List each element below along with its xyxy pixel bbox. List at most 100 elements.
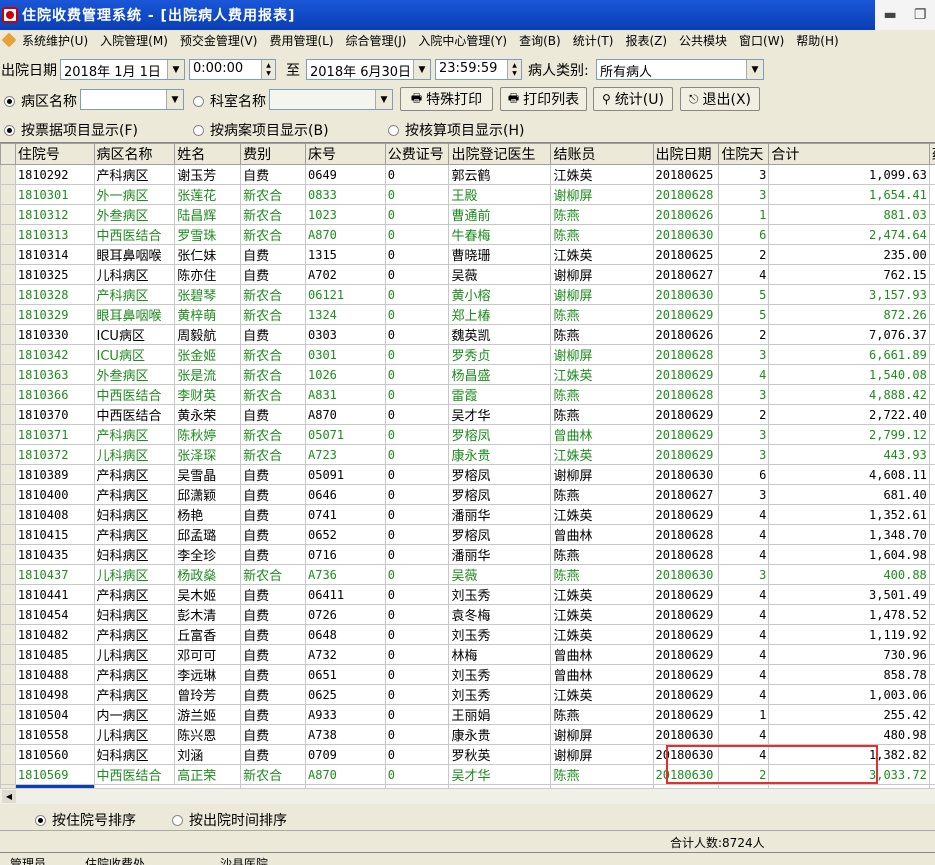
menu-deposit[interactable]: 预交金管理(V) — [174, 32, 264, 49]
table-row[interactable]: 1810488 产科病区 李远琳 自费 0651 0 刘玉秀 曾曲林 20180629 4 858.… — [0, 664, 935, 685]
exit-button[interactable]: ⎋ 退出(X) — [680, 87, 760, 111]
table-cell: 曹通前 — [448, 204, 552, 225]
table-row[interactable]: 1810328 产科病区 张碧琴 新农合 06121 0 黄小榕 谢柳屏 20180630 5 3,… — [0, 284, 935, 305]
menu-query[interactable]: 查询(B) — [513, 32, 567, 49]
table-row[interactable]: 1810498 产科病区 曾玲芳 自费 0625 0 刘玉秀 江姝英 20180629 4 1,00… — [0, 684, 935, 705]
ward-select[interactable]: ▼ — [80, 89, 184, 110]
table-row[interactable]: 1810504 内一病区 游兰姬 自费 A933 0 王丽娟 陈燕 20180629 1 255.4… — [0, 704, 935, 725]
column-header[interactable]: 结账员 — [550, 143, 654, 165]
table-cell: 1023 — [305, 204, 386, 225]
menu-system[interactable]: 系统维护(U) — [16, 32, 94, 49]
special-print-button[interactable]: 🖶 特殊打印 — [400, 87, 493, 111]
minimize-icon[interactable]: ▬ — [884, 7, 897, 23]
table-cell: 4 — [718, 624, 770, 645]
table-row[interactable]: 1810301 外一病区 张莲花 新农合 0833 0 王殿 谢柳屏 20180628 3 1,65… — [0, 184, 935, 205]
chevron-down-icon[interactable]: ▼ — [413, 60, 430, 79]
column-header[interactable]: 费别 — [240, 143, 306, 165]
chevron-down-icon[interactable]: ▼ — [167, 60, 184, 79]
table-cell: 2 — [718, 244, 770, 265]
table-cell: 1810485 — [14, 644, 95, 665]
table-row[interactable]: 1810482 产科病区 丘富香 自费 0648 0 刘玉秀 江姝英 20180629 4 1,11… — [0, 624, 935, 645]
column-header[interactable]: 药品比例 — [928, 143, 935, 165]
column-header[interactable]: 病区名称 — [93, 143, 176, 165]
sort-by-id-radio[interactable]: 按住院号排序 — [35, 810, 136, 830]
table-row[interactable]: 1810389 产科病区 吴雪晶 自费 05091 0 罗榕凤 谢柳屏 20180630 6 4,6… — [0, 464, 935, 485]
table-row[interactable]: 1810371 产科病区 陈秋婷 新农合 05071 0 罗榕凤 曾曲林 20180629 3 2,… — [0, 424, 935, 445]
table-row[interactable]: 1810372 儿科病区 张泽琛 新农合 A723 0 康永贵 江姝英 20180629 3 443… — [0, 444, 935, 465]
patient-type-select[interactable]: 所有病人 ▼ — [596, 59, 764, 80]
table-row[interactable]: 1810325 儿科病区 陈亦住 自费 A702 0 吴薇 谢柳屏 20180627 4 762.1… — [0, 264, 935, 285]
start-date-picker[interactable]: 2018年 1月 1日 ▼ — [60, 59, 185, 80]
menu-fees[interactable]: 费用管理(L) — [263, 32, 339, 49]
table-row[interactable]: 1810400 产科病区 邱潇颖 自费 0646 0 罗榕凤 陈燕 20180627 3 681.4… — [0, 484, 935, 505]
menu-window[interactable]: 窗口(W) — [733, 32, 790, 49]
start-time-field[interactable]: 0:00:00 ▲ ▼ — [189, 59, 276, 80]
table-cell: 1810400 — [14, 484, 95, 505]
table-row[interactable]: 1810292 产科病区 谢玉芳 自费 0649 0 郭云鹤 江姝英 20180625 3 1,09… — [0, 164, 935, 185]
table-cell: 1810560 — [14, 744, 95, 765]
table-cell: 3 — [718, 444, 770, 465]
ward-radio[interactable]: 病区名称 — [4, 91, 77, 111]
table-cell: 0 — [384, 264, 450, 285]
column-header[interactable]: 住院号 — [14, 143, 95, 165]
chevron-down-icon[interactable]: ▼ — [166, 90, 183, 109]
horizontal-scrollbar[interactable]: ◀ — [0, 788, 935, 804]
table-row[interactable]: 1810454 妇科病区 彭木清 自费 0726 0 袁冬梅 江姝英 20180629 4 1,47… — [0, 604, 935, 625]
table-cell: 0 — [384, 204, 450, 225]
end-date-picker[interactable]: 2018年 6月30日 ▼ — [306, 59, 431, 80]
table-row[interactable]: 1810408 妇科病区 杨艳 自费 0741 0 潘丽华 江姝英 20180629 4 1,352… — [0, 504, 935, 525]
table-row[interactable]: 1810415 产科病区 邱孟璐 自费 0652 0 罗榕凤 曾曲林 20180628 4 1,34… — [0, 524, 935, 545]
menu-statistics[interactable]: 统计(T) — [567, 32, 620, 49]
table-cell: 4.6 — [928, 764, 935, 785]
menu-reports[interactable]: 报表(Z) — [619, 32, 673, 49]
spinner-icon[interactable]: ▲ ▼ — [261, 60, 275, 79]
column-header[interactable]: 住院天 — [718, 143, 770, 165]
print-list-button[interactable]: 🖶 打印列表 — [500, 87, 587, 111]
column-header[interactable]: 公费证号 — [384, 143, 450, 165]
table-row[interactable]: 1810485 儿科病区 邓可可 自费 A732 0 林梅 曾曲林 20180629 4 730.9… — [0, 644, 935, 665]
column-header[interactable]: 出院登记医生 — [448, 143, 552, 165]
table-cell: 1,119.92 — [768, 624, 930, 645]
menu-help[interactable]: 帮助(H) — [790, 32, 844, 49]
mode-accounting-radio[interactable]: 按核算项目显示(H) — [388, 120, 524, 140]
menu-common[interactable]: 公共模块 — [673, 32, 733, 49]
column-header[interactable]: 床号 — [305, 143, 386, 165]
menu-admission-center[interactable]: 入院中心管理(Y) — [412, 32, 513, 49]
table-row[interactable]: 1810370 中西医结合 黄永荣 自费 A870 0 吴才华 陈燕 20180629 2 2,72… — [0, 404, 935, 425]
end-time-field[interactable]: 23:59:59 ▲ ▼ — [435, 59, 522, 80]
table-cell: 0 — [384, 324, 450, 345]
mode-receipt-radio[interactable]: 按票据项目显示(F) — [4, 120, 138, 140]
chevron-down-icon[interactable]: ▼ — [746, 60, 763, 79]
table-row[interactable]: 1810342 ICU病区 张金姬 新农合 0301 0 罗秀贞 谢柳屏 20180628 3 6,… — [0, 344, 935, 365]
table-row[interactable]: 1810330 ICU病区 周毅航 自费 0303 0 魏英凯 陈燕 20180626 2 7,07… — [0, 324, 935, 345]
mode-case-radio[interactable]: 按病案项目显示(B) — [193, 120, 329, 140]
table-row[interactable]: 1810435 妇科病区 李全珍 自费 0716 0 潘丽华 陈燕 20180628 4 1,604… — [0, 544, 935, 565]
table-cell: 1810408 — [14, 504, 95, 525]
restore-icon[interactable]: ❐ — [914, 7, 927, 23]
table-row[interactable]: 1810441 产科病区 吴木姬 自费 06411 0 刘玉秀 江姝英 20180629 4 3,5… — [0, 584, 935, 605]
sort-by-time-radio[interactable]: 按出院时间排序 — [172, 810, 287, 830]
table-row[interactable]: 1810366 中西医结合 李财英 新农合 A831 0 雷霞 陈燕 20180628 3 4,88… — [0, 384, 935, 405]
table-cell: 产科病区 — [93, 284, 176, 305]
table-cell: 1810301 — [14, 184, 95, 205]
table-row[interactable]: 1810313 中西医结合 罗雪珠 新农合 A870 0 牛春梅 陈燕 20180630 6 2,4… — [0, 224, 935, 245]
table-cell: 张金姬 — [174, 344, 242, 365]
table-row[interactable]: 1810312 外叁病区 陆昌辉 新农合 1023 0 曹通前 陈燕 20180626 1 881.… — [0, 204, 935, 225]
chevron-down-icon[interactable]: ▼ — [375, 90, 392, 109]
column-header[interactable]: 出院日期 — [652, 143, 720, 165]
column-header[interactable]: 合计 — [768, 143, 930, 165]
dept-radio[interactable]: 科室名称 — [193, 91, 266, 111]
table-row[interactable]: 1810437 儿科病区 杨政燊 新农合 A736 0 吴薇 陈燕 20180630 3 400.8… — [0, 564, 935, 585]
dept-select[interactable]: ▼ — [269, 89, 393, 110]
stats-button[interactable]: ⚲ 统计(U) — [593, 87, 673, 111]
spinner-icon[interactable]: ▲ ▼ — [507, 60, 521, 79]
table-row[interactable]: 1810363 外叁病区 张是流 新农合 1026 0 杨昌盛 江姝英 20180629 4 1,5… — [0, 364, 935, 385]
scroll-left-icon[interactable]: ◀ — [2, 790, 16, 803]
table-row[interactable]: 1810558 儿科病区 陈兴恩 自费 A738 0 康永贵 谢柳屏 20180630 4 480.… — [0, 724, 935, 745]
table-row[interactable]: 1810314 眼耳鼻咽喉 张仁妹 自费 1315 0 曹晓珊 江姝英 20180625 2 235… — [0, 244, 935, 265]
report-grid[interactable]: 住院号病区名称姓名费别床号公费证号出院登记医生结账员出院日期住院天合计药品比例 … — [0, 142, 935, 788]
menu-admission[interactable]: 入院管理(M) — [94, 32, 174, 49]
column-header[interactable]: 姓名 — [174, 143, 242, 165]
menu-general[interactable]: 综合管理(J) — [340, 32, 413, 49]
table-row[interactable]: 1810329 眼耳鼻咽喉 黄梓萌 新农合 1324 0 郑上椿 陈燕 20180629 5 872… — [0, 304, 935, 325]
